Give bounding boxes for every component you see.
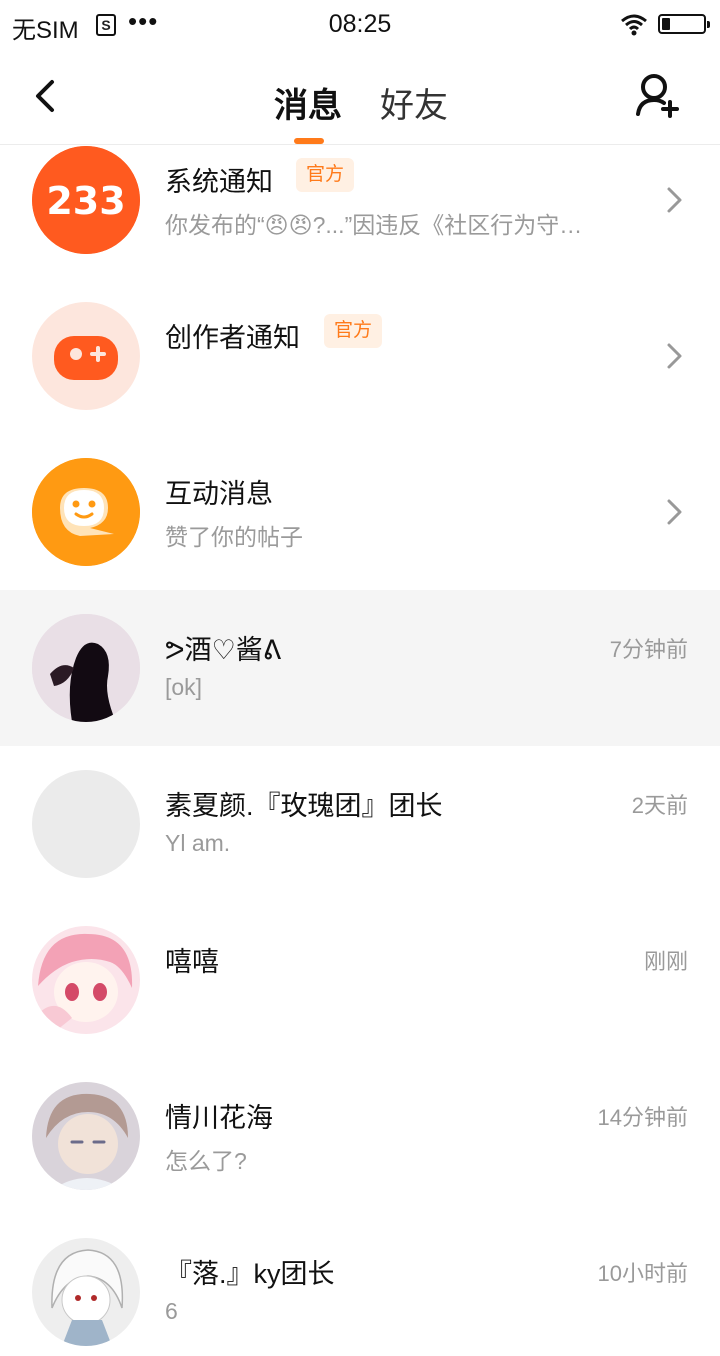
chat-row[interactable]: 『落.』ky团长 6 10小时前 <box>0 1214 720 1356</box>
tab-messages[interactable]: 消息 <box>274 78 342 127</box>
message-preview: Yl am. <box>165 830 231 856</box>
contact-name: 『落.』ky团长 <box>165 1259 335 1289</box>
silhouette-avatar-icon <box>32 614 140 722</box>
user-avatar <box>32 926 140 1034</box>
tab-friends[interactable]: 好友 <box>380 78 448 127</box>
row-subtitle: 赞了你的帖子 <box>165 524 303 550</box>
contact-name: 素夏颜.『玫瑰团』团长 <box>165 791 443 821</box>
row-subtitle: 你发布的“😠😠?...”因违反《社区行为守… <box>165 212 583 238</box>
chat-row[interactable]: 情川花海 怎么了? 14分钟前 <box>0 1058 720 1214</box>
row-title: 系统通知 <box>165 167 273 197</box>
gamepad-icon <box>54 336 118 380</box>
system-notice-avatar: 233 <box>32 146 140 254</box>
contact-name: ᕗ酒♡酱ᕕ <box>165 635 282 665</box>
creator-notice-avatar <box>32 302 140 410</box>
official-badge: 官方 <box>324 314 383 348</box>
status-bar: 无SIM S ••• 08:25 <box>0 0 720 52</box>
chevron-right-icon <box>667 343 682 369</box>
message-time: 2天前 <box>631 793 688 818</box>
back-arrow-icon[interactable] <box>30 76 66 116</box>
message-time: 14分钟前 <box>597 1105 688 1130</box>
chevron-right-icon <box>667 187 682 213</box>
message-time: 10小时前 <box>597 1261 688 1286</box>
chat-row[interactable]: ᕗ酒♡酱ᕕ [ok] 7分钟前 <box>0 590 720 746</box>
official-badge: 官方 <box>296 158 355 192</box>
row-title: 互动消息 <box>165 479 273 509</box>
row-title: 创作者通知 <box>165 323 300 353</box>
message-time: 刚刚 <box>643 949 688 974</box>
battery-icon <box>658 14 710 34</box>
message-preview: [ok] <box>165 674 203 700</box>
chat-bubble-icon <box>32 458 140 566</box>
user-avatar <box>32 614 140 722</box>
list-item-creator-notice[interactable]: 创作者通知 官方 <box>0 278 720 434</box>
anime-boy-avatar-icon <box>32 1082 140 1190</box>
contact-name: 嘻嘻 <box>165 947 219 977</box>
anime-girl-avatar-icon <box>32 926 140 1034</box>
chevron-right-icon <box>667 499 682 525</box>
white-hair-avatar-icon <box>32 1238 140 1346</box>
user-avatar-placeholder <box>32 770 140 878</box>
list-item-interaction[interactable]: 互动消息 赞了你的帖子 <box>0 434 720 590</box>
message-preview: 6 <box>165 1298 178 1324</box>
wifi-icon <box>621 14 647 36</box>
svg-text:233: 233 <box>46 179 125 223</box>
contact-name: 情川花海 <box>165 1103 273 1133</box>
interaction-avatar <box>32 458 140 566</box>
user-avatar <box>32 1238 140 1346</box>
chat-row[interactable]: 嘻嘻 刚刚 <box>0 902 720 1058</box>
user-avatar <box>32 1082 140 1190</box>
logo-233-icon: 233 <box>32 146 140 254</box>
add-friend-icon[interactable] <box>634 72 680 120</box>
list-item-system-notice[interactable]: 233 系统通知 官方 你发布的“😠😠?...”因违反《社区行为守… <box>0 122 720 278</box>
message-preview: 怎么了? <box>165 1148 247 1174</box>
chat-row[interactable]: 素夏颜.『玫瑰团』团长 Yl am. 2天前 <box>0 746 720 902</box>
clock: 08:25 <box>328 10 392 38</box>
message-time: 7分钟前 <box>609 637 688 662</box>
